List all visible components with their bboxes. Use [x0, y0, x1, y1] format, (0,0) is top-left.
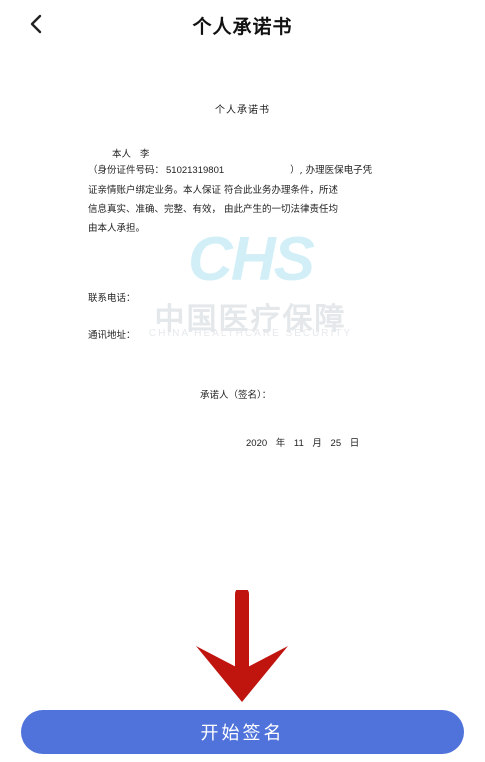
watermark-logo: CHS — [188, 225, 315, 294]
id-line: （身份证件号码： 51021319801 ）, 办理医保电子凭 — [88, 162, 418, 176]
body-line-3: 信息真实、准确、完整、有效， 由此产生的一切法律责任均 — [88, 204, 339, 215]
id-suffix: ）, 办理医保电子凭 — [290, 165, 373, 176]
watermark-en-text: CHINA HEALTHCARE SECURITY — [148, 328, 353, 339]
start-signing-button[interactable]: 开始签名 — [21, 710, 464, 754]
document-date: 2020 年 11 月 25 日 — [246, 438, 360, 449]
self-label: 本人 — [112, 149, 132, 160]
signer-label: 承诺人（签名）： — [200, 390, 272, 401]
id-number: 51021319801 — [166, 165, 225, 176]
down-arrow-icon — [196, 590, 288, 702]
address-label: 通讯地址： — [88, 330, 136, 341]
chs-watermark: CHS 中国医疗保障 CHINA HEALTHCARE SECURITY — [138, 225, 368, 345]
body-line-2: 证亲情账户绑定业务。本人保证 符合此业务办理条件，所述 — [88, 185, 339, 196]
phone-label: 联系电话： — [88, 293, 136, 304]
document-title: 个人承诺书 — [215, 105, 270, 116]
body-line-4: 由本人承担。 — [88, 223, 146, 234]
self-name: 李 — [140, 149, 150, 160]
self-line: 本人 李 — [112, 146, 150, 160]
id-prefix: （身份证件号码： — [88, 165, 165, 176]
